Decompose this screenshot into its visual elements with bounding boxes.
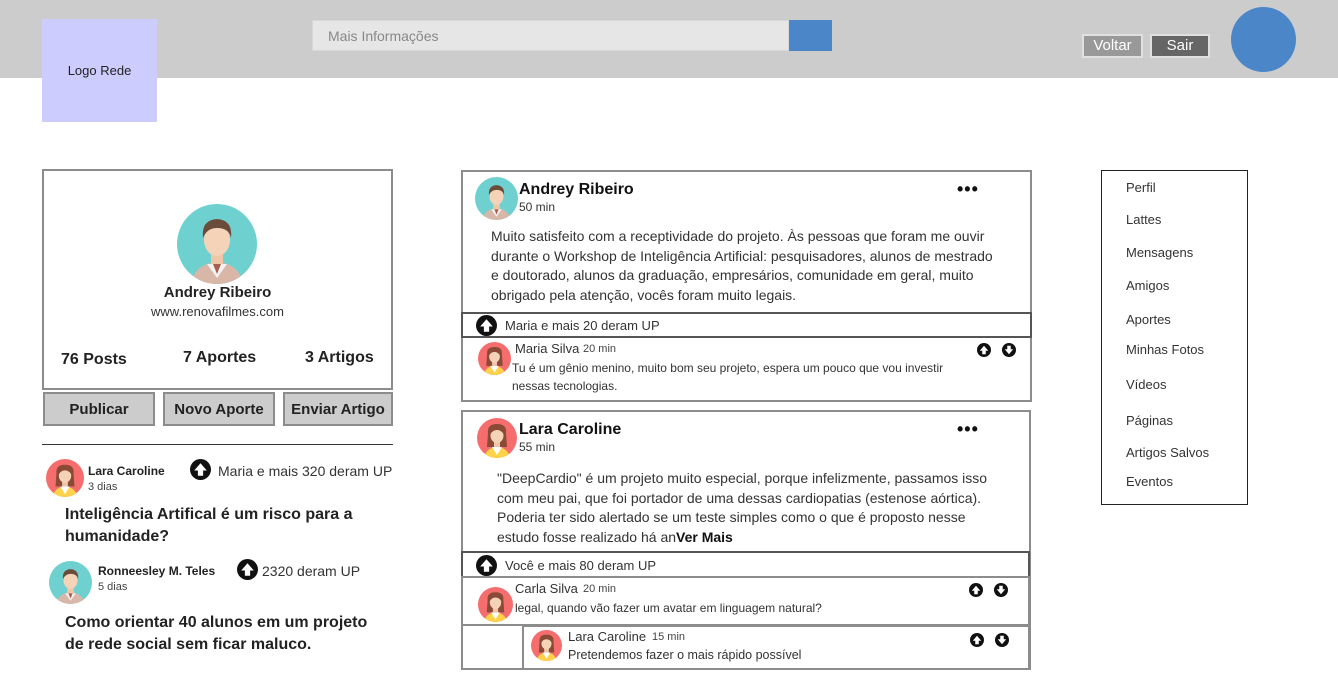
logo-label: Logo Rede <box>67 63 132 78</box>
article-title-line: de rede social sem ficar maluco. <box>65 636 312 653</box>
article-title[interactable]: Como orientar 40 alunos em um projeto de… <box>65 612 367 656</box>
article-time: 5 dias <box>98 581 128 593</box>
article-time: 3 dias <box>88 481 118 493</box>
upvote-icon[interactable] <box>970 633 984 647</box>
more-options-icon[interactable]: ••• <box>957 180 979 198</box>
exit-button[interactable]: Sair <box>1150 34 1210 58</box>
comment-author-name[interactable]: Carla Silva <box>515 581 578 596</box>
profile-card: Andrey Ribeiro www.renovafilmes.com 76 P… <box>42 169 393 390</box>
network-logo[interactable]: Logo Rede <box>42 19 157 122</box>
post-text-line: obrigado pela atenção, vocês foram muito… <box>491 286 797 303</box>
downvote-icon[interactable] <box>1002 343 1016 357</box>
comment-author-name[interactable]: Maria Silva <box>515 341 579 356</box>
article-author-name[interactable]: Ronneesley M. Teles <box>98 564 215 578</box>
comment-text-line: Tu é um gênio menino, muito bom seu proj… <box>512 361 944 375</box>
search-input[interactable] <box>312 20 789 51</box>
article-author-name[interactable]: Lara Caroline <box>88 464 165 478</box>
reply-author-avatar[interactable] <box>531 630 562 661</box>
post-ups-text[interactable]: Você e mais 80 deram UP <box>505 558 656 573</box>
upvote-icon[interactable] <box>977 343 991 357</box>
menu-item-minhas-fotos[interactable]: Minhas Fotos <box>1126 342 1204 357</box>
new-aporte-button[interactable]: Novo Aporte <box>163 392 275 426</box>
menu-item-videos[interactable]: Vídeos <box>1126 377 1166 392</box>
back-button[interactable]: Voltar <box>1082 34 1143 58</box>
menu-item-amigos[interactable]: Amigos <box>1126 278 1169 293</box>
comment-text-line: nessas tecnologias. <box>512 379 618 393</box>
menu-item-aportes[interactable]: Aportes <box>1126 312 1171 327</box>
reply-time: 15 min <box>652 631 686 643</box>
menu-item-eventos[interactable]: Eventos <box>1126 474 1173 489</box>
divider <box>42 444 393 445</box>
post-text-line: Muito satisfeito com a receptividade do … <box>491 228 985 244</box>
side-menu: Perfil Lattes Mensagens Amigos Aportes M… <box>1101 170 1248 505</box>
menu-item-paginas[interactable]: Páginas <box>1126 413 1173 428</box>
post-text: "DeepCardio" é um projeto muito especial… <box>497 469 987 547</box>
post-time: 55 min <box>519 440 556 454</box>
artigos-count[interactable]: 3 Artigos <box>305 349 374 367</box>
article-title-line: Como orientar 40 alunos em um projeto <box>65 614 368 631</box>
post-text-line: "DeepCardio" é um projeto muito especial… <box>497 470 988 486</box>
article-title[interactable]: Inteligência Artifical é um risco para a… <box>65 504 353 548</box>
article-title-line: Inteligência Artifical é um risco para a <box>65 506 353 523</box>
article-author-avatar[interactable] <box>46 459 84 497</box>
reply-author-name[interactable]: Lara Caroline <box>568 629 646 644</box>
posts-count[interactable]: 76 Posts <box>61 351 127 369</box>
post-ups-text[interactable]: Maria e mais 20 deram UP <box>505 318 660 333</box>
post-author-avatar[interactable] <box>477 418 517 458</box>
comment-text: Tu é um gênio menino, muito bom seu proj… <box>512 359 943 395</box>
post-text-fragment: estudo fosse realizado há an <box>497 528 677 545</box>
up-arrow-icon[interactable] <box>237 559 258 580</box>
post-author-name[interactable]: Lara Caroline <box>519 421 621 439</box>
comment-author-avatar[interactable] <box>478 587 513 622</box>
comment-time: 20 min <box>583 343 617 355</box>
comment-text: legal, quando vão fazer um avatar em lin… <box>515 601 822 615</box>
menu-item-lattes[interactable]: Lattes <box>1126 212 1161 227</box>
more-options-icon[interactable]: ••• <box>957 420 979 438</box>
profile-name[interactable]: Andrey Ribeiro <box>44 284 391 301</box>
profile-avatar[interactable] <box>177 204 257 284</box>
comment-time: 20 min <box>583 583 617 595</box>
send-article-button[interactable]: Enviar Artigo <box>283 392 393 426</box>
post-text-line: durante o Workshop de Inteligência Artif… <box>491 247 993 264</box>
up-arrow-icon[interactable] <box>476 315 497 336</box>
user-avatar[interactable] <box>1231 7 1296 72</box>
up-arrow-icon[interactable] <box>476 555 497 576</box>
article-ups[interactable]: 2320 deram UP <box>262 563 360 579</box>
menu-item-mensagens[interactable]: Mensagens <box>1126 245 1193 260</box>
upvote-icon[interactable] <box>969 583 983 597</box>
menu-item-artigos-salvos[interactable]: Artigos Salvos <box>1126 445 1209 460</box>
reply-text: Pretendemos fazer o mais rápido possível <box>568 648 802 662</box>
article-author-avatar[interactable] <box>49 561 92 604</box>
post-text-line: estudo fosse realizado há anVer Mais <box>497 528 987 548</box>
publish-button[interactable]: Publicar <box>43 392 155 426</box>
post-text-line: com meu pai, que foi portador de uma des… <box>497 489 982 506</box>
post-text-line: e doutorado, alunos da graduação, empres… <box>491 267 974 283</box>
search-button[interactable] <box>789 20 832 51</box>
aportes-count[interactable]: 7 Aportes <box>183 349 256 367</box>
post-author-name[interactable]: Andrey Ribeiro <box>519 181 634 199</box>
post-author-avatar[interactable] <box>475 177 518 220</box>
comment-author-avatar[interactable] <box>478 342 511 375</box>
downvote-icon[interactable] <box>994 583 1008 597</box>
article-ups[interactable]: Maria e mais 320 deram UP <box>218 463 392 479</box>
downvote-icon[interactable] <box>995 633 1009 647</box>
see-more-link[interactable]: Ver Mais <box>676 529 733 545</box>
post-time: 50 min <box>519 200 556 214</box>
up-arrow-icon[interactable] <box>190 459 211 480</box>
menu-item-perfil[interactable]: Perfil <box>1126 180 1156 195</box>
article-title-line: humanidade? <box>65 528 170 545</box>
post-text: Muito satisfeito com a receptividade do … <box>491 227 993 305</box>
post-text-line: Poderia ter sido alertado se um teste si… <box>497 509 966 525</box>
profile-website[interactable]: www.renovafilmes.com <box>44 304 391 319</box>
